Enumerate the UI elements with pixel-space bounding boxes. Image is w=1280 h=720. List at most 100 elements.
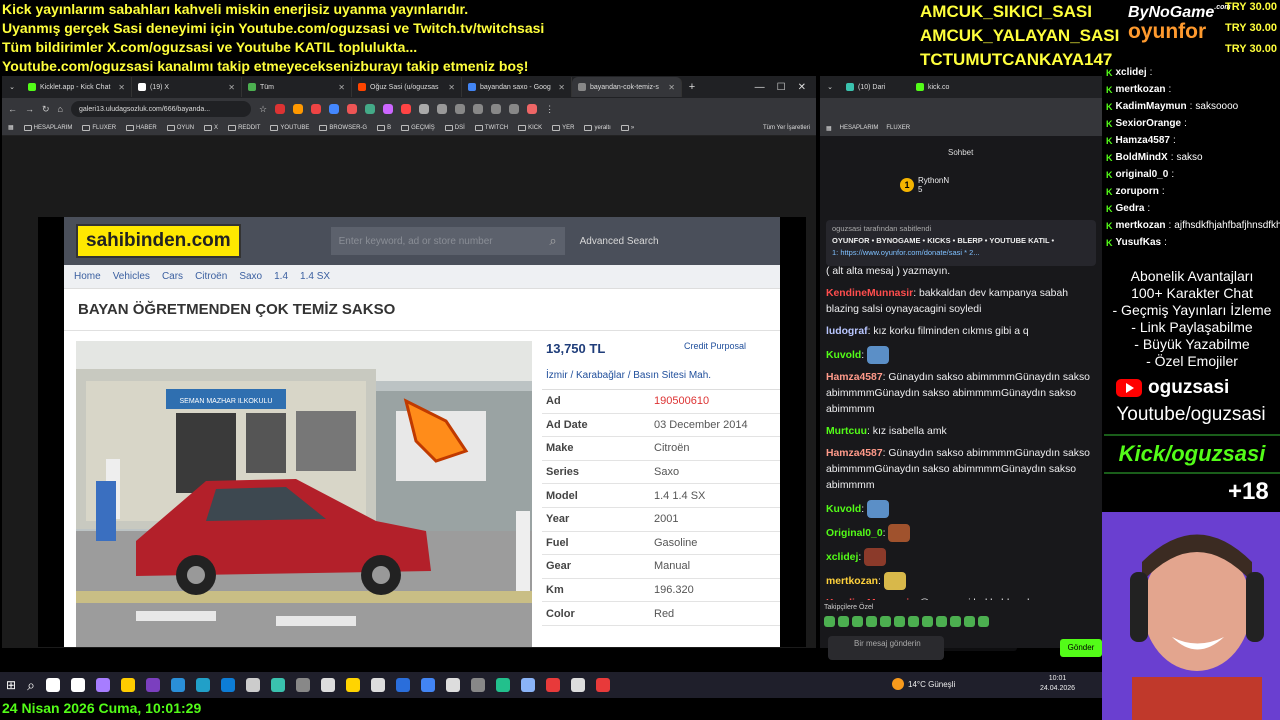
chat-username[interactable]: Original0_0 <box>826 528 883 539</box>
bookmark[interactable]: B <box>377 124 391 131</box>
taskbar-app-icon[interactable] <box>270 678 285 692</box>
new-tab-button[interactable]: + <box>682 81 702 93</box>
close-tab-icon[interactable]: ✕ <box>338 83 345 92</box>
extension-icon[interactable] <box>419 104 430 114</box>
chat-username[interactable]: Kuvold <box>826 504 861 515</box>
chat-username[interactable]: mertkozan <box>826 576 878 587</box>
taskbar-app-icon[interactable] <box>445 678 460 692</box>
extension-icon[interactable] <box>275 104 286 114</box>
extension-icon[interactable] <box>365 104 376 114</box>
emote-icon[interactable] <box>950 616 961 627</box>
chat-message-input[interactable]: Bir mesaj gönderin <box>828 636 944 660</box>
browser-tab[interactable]: Oğuz Sasi (u/oguzsas ✕ <box>352 77 462 97</box>
emote-icon[interactable] <box>978 616 989 627</box>
emote-icon[interactable] <box>852 616 863 627</box>
windows-start-icon[interactable]: ⊞ <box>6 678 16 692</box>
bookmark[interactable]: HESAPLARIM <box>840 125 879 131</box>
close-tab-icon[interactable]: ✕ <box>558 83 565 92</box>
bookmark[interactable]: DSİ <box>444 124 465 131</box>
emote-icon[interactable] <box>908 616 919 627</box>
bookmark[interactable]: GEÇMİŞ <box>401 124 435 131</box>
taskbar-app-icon[interactable] <box>395 678 410 692</box>
taskbar-app-icon[interactable] <box>495 678 510 692</box>
close-icon[interactable]: ✕ <box>798 82 806 93</box>
url-field[interactable]: galeri13.uludagsozluk.com/666/bayanda... <box>70 101 251 117</box>
bookmark[interactable]: BROWSER-G <box>319 124 367 131</box>
taskbar-app-icon[interactable] <box>45 678 60 692</box>
chat-username[interactable]: KendineMunnasir <box>826 288 913 299</box>
weather-widget[interactable]: 14°C Güneşli <box>892 678 955 690</box>
browser-tab[interactable]: Kicklet.app - Kick Chat ✕ <box>22 77 132 97</box>
extension-icon[interactable] <box>329 104 340 114</box>
taskbar-app-icon[interactable] <box>570 678 585 692</box>
taskbar-app-icon[interactable] <box>95 678 110 692</box>
extension-icon[interactable] <box>455 104 466 114</box>
reload-icon[interactable]: ↻ <box>42 104 50 115</box>
emote-icon[interactable] <box>824 616 835 627</box>
taskbar-app-icon[interactable] <box>420 678 435 692</box>
close-tab-icon[interactable]: ✕ <box>228 83 235 92</box>
bookmark[interactable]: OYUN <box>166 124 194 131</box>
tab[interactable]: kick.co <box>910 83 980 91</box>
star-icon[interactable]: ☆ <box>259 104 267 115</box>
tab[interactable]: (10) Dari <box>840 83 910 91</box>
emote-icon[interactable] <box>894 616 905 627</box>
apps-icon[interactable]: ▦ <box>826 125 832 132</box>
taskbar-app-icon[interactable] <box>595 678 610 692</box>
bookmark[interactable]: yeraltı <box>584 124 611 131</box>
taskbar-app-icon[interactable] <box>370 678 385 692</box>
bookmark[interactable]: » <box>620 124 634 131</box>
all-bookmarks[interactable]: Tüm Yer İşaretleri <box>763 125 810 131</box>
chat-username[interactable]: Hamza4587 <box>826 448 883 459</box>
extension-icon[interactable] <box>293 104 304 114</box>
pinned-message[interactable]: oguzsasi tarafından sabitlendi OYUNFOR •… <box>826 220 1096 266</box>
chat-username[interactable]: Kuvold <box>826 350 861 361</box>
taskbar-app-icon[interactable] <box>195 678 210 692</box>
chat-username[interactable]: Hamza4587 <box>826 372 883 383</box>
tab-list-icon[interactable]: ⌄ <box>820 83 840 91</box>
browser-tab[interactable]: bayandan saxo - Goog ✕ <box>462 77 572 97</box>
bookmark[interactable]: REDDIT <box>228 124 260 131</box>
maximize-icon[interactable]: ☐ <box>777 82 786 93</box>
chat-username[interactable]: xclidej <box>826 552 858 563</box>
bookmark[interactable]: YER <box>552 124 574 131</box>
close-tab-icon[interactable]: ✕ <box>118 83 125 92</box>
taskbar-app-icon[interactable] <box>520 678 535 692</box>
close-tab-icon[interactable]: ✕ <box>668 83 675 92</box>
browser-tab[interactable]: Tüm ✕ <box>242 77 352 97</box>
taskbar-app-icon[interactable] <box>345 678 360 692</box>
browser-tab[interactable]: (19) X ✕ <box>132 77 242 97</box>
forward-icon[interactable]: → <box>25 104 34 114</box>
taskbar-app-icon[interactable] <box>220 678 235 692</box>
extension-icon[interactable] <box>437 104 448 114</box>
bookmark[interactable]: FLUXER <box>82 124 116 131</box>
emote-icon[interactable] <box>922 616 933 627</box>
taskbar-app-icon[interactable] <box>70 678 85 692</box>
taskbar-app-icon[interactable] <box>145 678 160 692</box>
back-icon[interactable]: ← <box>8 104 17 114</box>
send-button[interactable]: Gönder <box>1060 639 1102 657</box>
extension-icon[interactable] <box>473 104 484 114</box>
taskbar-app-icon[interactable] <box>470 678 485 692</box>
taskbar-app-icon[interactable] <box>545 678 560 692</box>
chat-username[interactable]: Murtcuu <box>826 426 867 437</box>
extension-icon[interactable] <box>311 104 322 114</box>
tab-list-icon[interactable]: ⌄ <box>2 83 22 91</box>
emote-icon[interactable] <box>866 616 877 627</box>
browser-tab[interactable]: bayandan-cok-temiz-s ✕ <box>572 77 682 97</box>
emote-icon[interactable] <box>936 616 947 627</box>
apps-icon[interactable]: ▦ <box>8 124 14 131</box>
extension-icon[interactable] <box>347 104 358 114</box>
bookmark[interactable]: X <box>204 124 218 131</box>
bookmark[interactable]: HESAPLARIM <box>23 124 72 131</box>
clock[interactable]: 10:01 24.04.2026 <box>1040 674 1075 694</box>
bookmark[interactable]: HABER <box>126 124 157 131</box>
chat-username[interactable]: ludograf <box>826 326 868 337</box>
pinned-link[interactable]: 1: https://www.oyunfor.com/donate/sasi *… <box>832 248 1090 257</box>
profile-icon[interactable] <box>527 104 538 114</box>
extension-icon[interactable] <box>491 104 502 114</box>
taskbar-app-icon[interactable] <box>245 678 260 692</box>
emote-icon[interactable] <box>880 616 891 627</box>
taskbar-app-icon[interactable] <box>170 678 185 692</box>
bookmark[interactable]: TWITCH <box>474 124 508 131</box>
